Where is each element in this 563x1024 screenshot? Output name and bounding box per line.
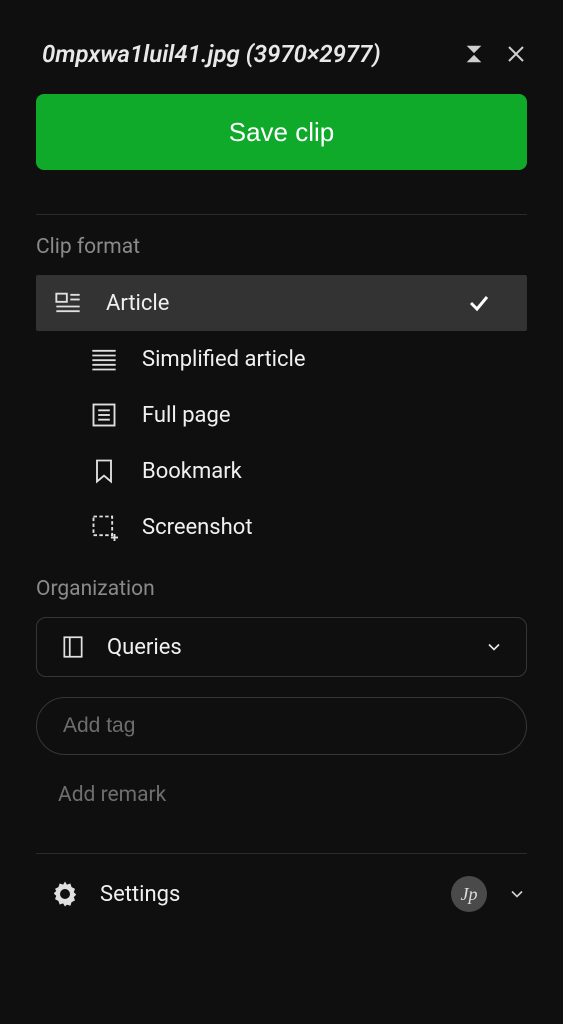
format-simplified-article[interactable]: Simplified article — [36, 331, 563, 387]
format-article[interactable]: Article — [36, 275, 527, 331]
notebook-select[interactable]: Queries — [36, 617, 527, 677]
tag-input[interactable] — [63, 714, 500, 738]
settings-label[interactable]: Settings — [100, 882, 431, 907]
save-clip-button[interactable]: Save clip — [36, 94, 527, 170]
bookmark-icon — [90, 457, 118, 485]
avatar[interactable]: Jp — [451, 876, 487, 912]
chevron-down-icon — [484, 637, 504, 657]
format-label: Full page — [142, 403, 527, 428]
article-icon — [54, 289, 82, 317]
check-icon — [467, 291, 491, 315]
footer: Settings Jp — [0, 854, 563, 934]
organization-section: Organization Queries Add remark — [0, 555, 563, 817]
organization-label: Organization — [0, 577, 563, 617]
notebook-name: Queries — [107, 635, 464, 660]
format-label: Article — [106, 291, 443, 316]
clip-format-label: Clip format — [0, 235, 563, 275]
header: 0mpxwa1luil41.jpg (3970×2977) — [0, 0, 563, 94]
close-icon[interactable] — [503, 41, 529, 67]
format-screenshot[interactable]: Screenshot — [36, 499, 563, 555]
format-label: Screenshot — [142, 515, 527, 540]
format-full-page[interactable]: Full page — [36, 387, 563, 443]
fullpage-icon — [90, 401, 118, 429]
simplified-icon — [90, 345, 118, 373]
add-remark[interactable]: Add remark — [58, 783, 527, 807]
clip-format-list: Article Simplified article Full page Boo… — [0, 275, 563, 555]
gear-icon[interactable] — [50, 879, 80, 909]
hourglass-icon[interactable] — [461, 41, 487, 67]
chevron-down-icon[interactable] — [507, 884, 527, 904]
page-title: 0mpxwa1luil41.jpg (3970×2977) — [42, 40, 445, 68]
format-label: Bookmark — [142, 459, 527, 484]
format-bookmark[interactable]: Bookmark — [36, 443, 563, 499]
notebook-icon — [59, 633, 87, 661]
screenshot-icon — [90, 513, 118, 541]
divider — [36, 214, 527, 215]
format-label: Simplified article — [142, 347, 527, 372]
tag-input-wrapper — [36, 697, 527, 755]
clipper-panel: 0mpxwa1luil41.jpg (3970×2977) Save clip … — [0, 0, 563, 1024]
